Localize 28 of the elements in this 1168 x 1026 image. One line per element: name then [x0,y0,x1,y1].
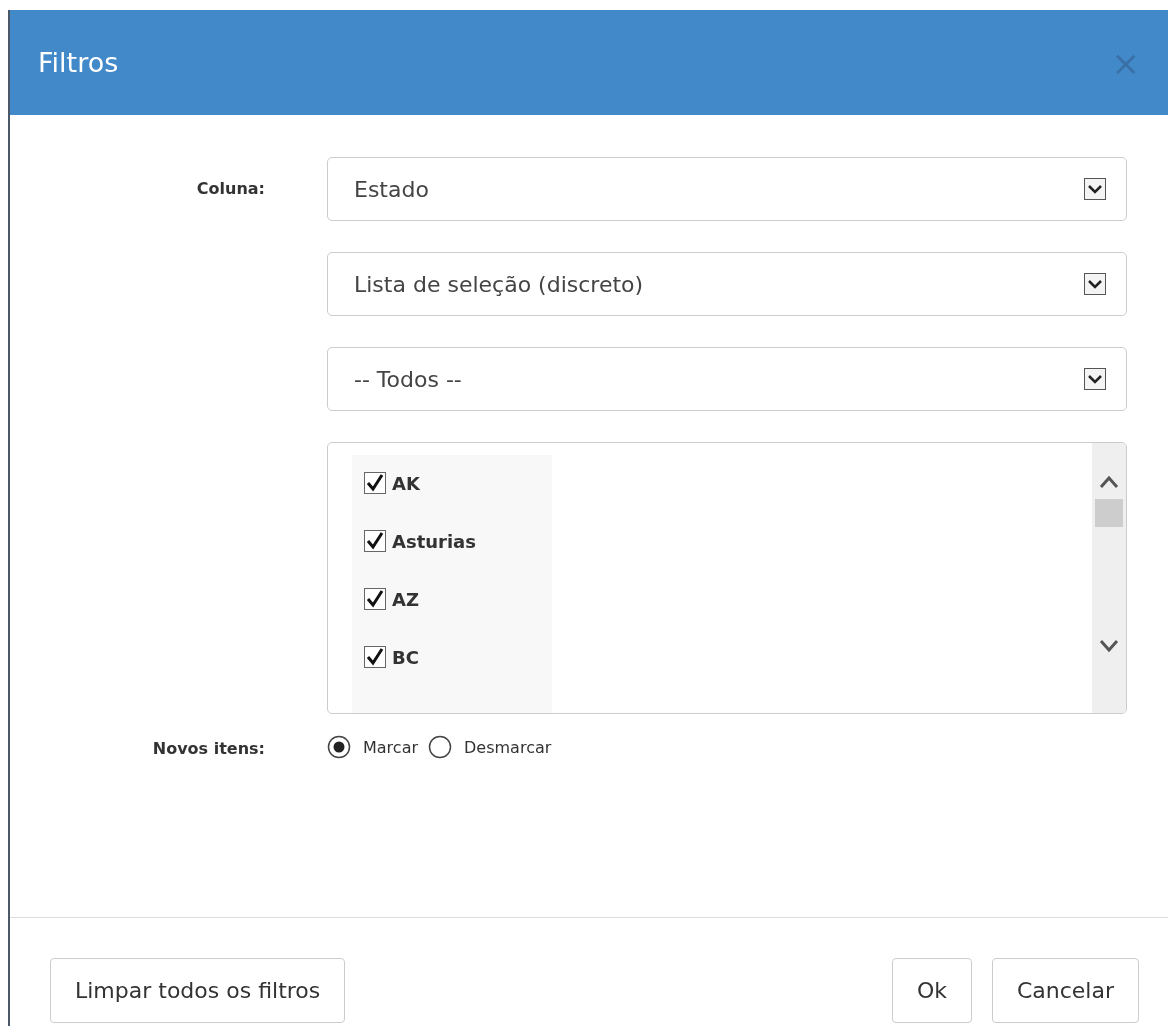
checkbox[interactable] [364,588,386,610]
select-value: -- Todos -- [354,366,462,392]
radio-button[interactable] [428,735,452,759]
select-field[interactable]: Lista de seleção (discreto) [327,252,1127,316]
select-field[interactable]: Estado [327,157,1127,221]
select-value: Lista de seleção (discreto) [354,271,644,297]
checkbox-label: AK [392,472,420,494]
checkbox[interactable] [364,530,386,552]
radio-label: Desmarcar [464,737,552,757]
field-label: Novos itens: [152,739,265,758]
ok-button[interactable]: Ok [891,958,972,1023]
checkbox-label: AZ [392,588,419,610]
field-label: Coluna: [196,179,265,198]
cancel-button[interactable]: Cancelar [991,958,1139,1023]
scroll-up-icon[interactable] [1099,475,1119,489]
scrollbar[interactable] [1092,443,1126,713]
checkbox[interactable] [364,646,386,668]
radio-label: Marcar [363,737,418,757]
select-field[interactable]: -- Todos -- [327,347,1127,411]
checkbox-label: BC [392,646,419,668]
checkbox-label: Asturias [392,530,476,552]
radio-button[interactable] [327,735,351,759]
clear-filters-button[interactable]: Limpar todos os filtros [50,958,346,1023]
checkbox[interactable] [364,472,386,494]
scroll-down-icon[interactable] [1099,639,1119,653]
select-value: Estado [354,176,429,202]
scrollbar-thumb[interactable] [1095,499,1123,527]
dialog-title: Filtros [38,47,119,78]
